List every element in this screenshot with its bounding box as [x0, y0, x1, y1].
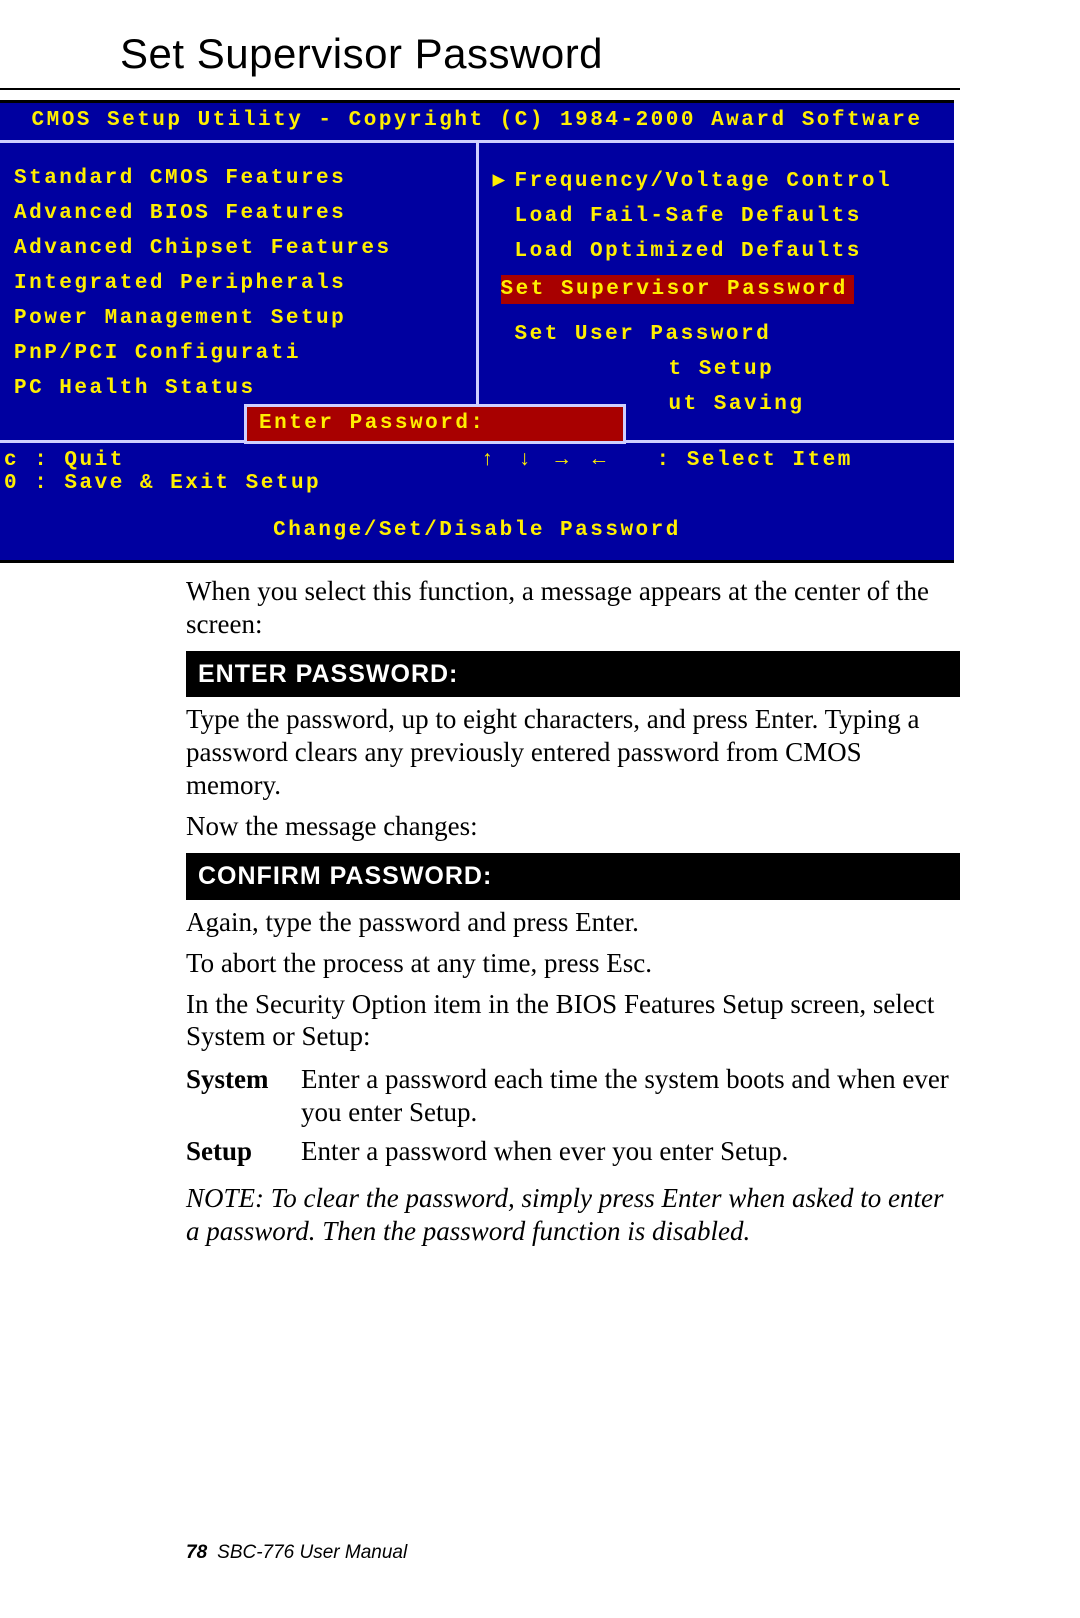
arrow-keys-icon: ↑ ↓ → ←: [481, 449, 611, 472]
bios-menu-item[interactable]: ▶Frequency/Voltage Control: [479, 161, 955, 199]
bios-menu-item[interactable]: Standard CMOS Features: [0, 161, 476, 196]
bios-right-column: ▶Frequency/Voltage Control Load Fail-Saf…: [479, 143, 955, 440]
paragraph: Type the password, up to eight character…: [186, 703, 960, 802]
bios-menu-item[interactable]: Set User Password: [479, 317, 955, 352]
bios-header: CMOS Setup Utility - Copyright (C) 1984-…: [0, 103, 954, 143]
bios-menu-item[interactable]: Advanced Chipset Features: [0, 231, 476, 266]
bios-menu-item[interactable]: PnP/PCI Configurati: [0, 336, 476, 371]
bios-item-label: ut Saving: [669, 393, 805, 416]
enter-password-bar: ENTER PASSWORD:: [186, 651, 960, 698]
key-hint-select: : Select Item: [657, 449, 853, 472]
page-number: 78: [186, 1542, 207, 1563]
paragraph: To abort the process at any time, press …: [186, 947, 960, 980]
definition-row: System Enter a password each time the sy…: [186, 1063, 960, 1129]
bios-menu-item-selected[interactable]: Set Supervisor Password: [479, 269, 955, 317]
bios-item-label: Set Supervisor Password: [501, 275, 854, 304]
bios-left-column: Standard CMOS Features Advanced BIOS Fea…: [0, 143, 479, 440]
bios-keyhints: c : Quit 0 : Save & Exit Setup ↑ ↓ → ← :…: [0, 440, 954, 499]
bios-item-label: Load Fail-Safe Defaults: [515, 205, 862, 228]
definition-desc: Enter a password when ever you enter Set…: [301, 1135, 788, 1168]
enter-password-dialog[interactable]: Enter Password:: [244, 404, 626, 444]
bios-screenshot: CMOS Setup Utility - Copyright (C) 1984-…: [0, 100, 954, 563]
paragraph: When you select this function, a message…: [186, 575, 960, 641]
definition-row: Setup Enter a password when ever you ent…: [186, 1135, 960, 1168]
bios-menu-item[interactable]: Integrated Peripherals: [0, 266, 476, 301]
key-hint-save: 0 : Save & Exit Setup: [4, 472, 477, 495]
paragraph: Again, type the password and press Enter…: [186, 906, 960, 939]
bios-menu-item[interactable]: PC Health Status: [0, 371, 476, 406]
bios-item-label: t Setup: [669, 358, 775, 381]
note-paragraph: NOTE: To clear the password, simply pres…: [186, 1182, 960, 1248]
bios-menu-item[interactable]: t Setup: [479, 352, 955, 387]
page-footer: 78 SBC-776 User Manual: [186, 1542, 407, 1564]
paragraph: In the Security Option item in the BIOS …: [186, 988, 960, 1054]
manual-title: SBC-776 User Manual: [217, 1542, 407, 1563]
body-content: When you select this function, a message…: [186, 575, 960, 1248]
definition-term: Setup: [186, 1135, 301, 1168]
bios-item-label: Load Optimized Defaults: [515, 240, 862, 263]
section-title: Set Supervisor Password: [0, 0, 960, 90]
bios-item-label: Frequency/Voltage Control: [515, 170, 893, 193]
bios-menu-item[interactable]: Advanced BIOS Features: [0, 196, 476, 231]
bios-menu-item[interactable]: Load Fail-Safe Defaults: [479, 199, 955, 234]
bios-help-line: Change/Set/Disable Password: [0, 499, 954, 560]
bios-menu-item[interactable]: Power Management Setup: [0, 301, 476, 336]
definition-desc: Enter a password each time the system bo…: [301, 1063, 960, 1129]
submenu-arrow-icon: ▶: [493, 167, 515, 193]
definition-term: System: [186, 1063, 301, 1129]
key-hint-quit: c : Quit: [4, 449, 477, 472]
bios-item-label: Set User Password: [515, 323, 772, 346]
bios-menu-item[interactable]: Load Optimized Defaults: [479, 234, 955, 269]
paragraph: Now the message changes:: [186, 810, 960, 843]
confirm-password-bar: CONFIRM PASSWORD:: [186, 853, 960, 900]
